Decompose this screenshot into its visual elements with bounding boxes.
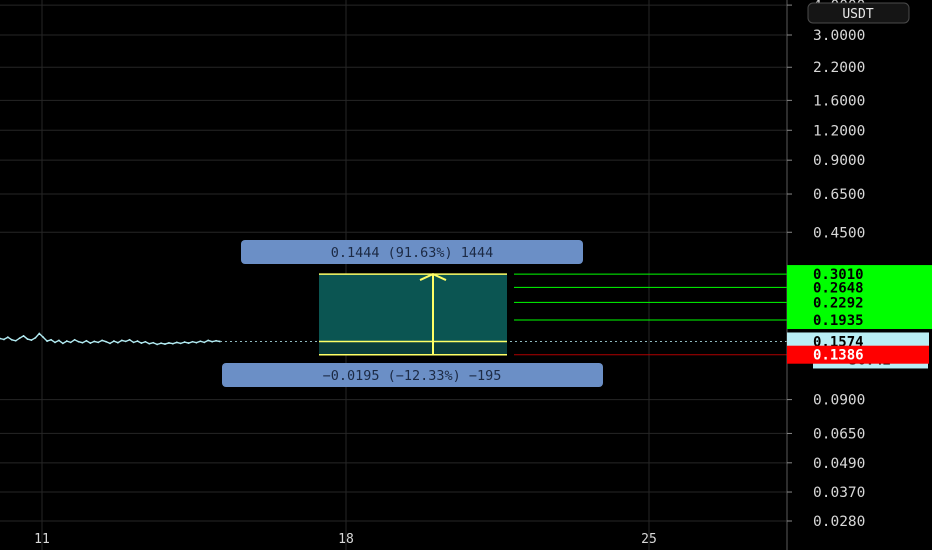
price-point [152,341,155,344]
price-point [69,341,72,344]
price-point [22,335,25,337]
price-point [195,341,198,344]
target-tag-label: 0.2648 [813,280,864,296]
price-point [156,343,159,346]
long-position-tool[interactable]: 0.1444 (91.63%) 1444 −0.0195 (−12.33%) −1… [222,240,787,387]
price-point [85,339,88,342]
price-point [97,341,100,344]
axis-tick-label: 0.0280 [813,514,865,530]
price-point [120,339,123,342]
price-point [61,342,64,345]
axis-tick-label: 0.0490 [813,456,865,472]
profit-label: 0.1444 (91.63%) 1444 [331,245,494,261]
axis-tick-label: 0.0900 [813,393,865,409]
axis-tick-label: 3.0000 [813,28,865,44]
axis-tick-label: 0.6500 [813,187,865,203]
price-point [58,339,60,342]
currency-label: USDT [842,7,873,22]
price-point [183,341,186,343]
price-point [148,342,151,345]
price-point [191,340,194,343]
price-point [113,340,115,342]
price-point [73,338,76,341]
price-point [171,342,174,345]
price-point [109,342,111,345]
price-point [179,342,182,345]
price-point [140,342,143,344]
price-point [50,338,52,341]
price-point [160,342,162,345]
price-point [105,340,107,343]
date-tick-label: 11 [34,532,50,547]
price-point [168,342,170,344]
price-point [30,339,33,341]
profit-zone[interactable] [319,274,507,342]
price-point [124,340,127,343]
price-point [14,339,17,342]
loss-zone[interactable] [319,341,507,355]
price-point [42,336,45,339]
price-point [101,339,104,342]
target-tag-label: 0.1935 [813,313,864,329]
axis-tick-label: 0.9000 [813,153,865,169]
price-point [211,340,214,343]
price-point [215,339,217,342]
price-point [54,341,56,344]
price-point [65,340,68,342]
loss-label: −0.0195 (−12.33%) −195 [323,368,502,384]
price-point [132,341,135,344]
axis-tick-label: 1.2000 [813,123,865,139]
price-point [93,340,96,343]
date-tick-label: 25 [641,532,657,547]
axis-tick-label: 2.2000 [813,60,865,76]
price-point [116,341,119,344]
target-tag-label: 0.2292 [813,295,864,311]
date-axis: 11 18 25 [34,532,657,547]
price-point [3,338,5,341]
price-axis: 4.00003.00002.20001.60001.20000.90000.65… [786,0,932,550]
price-point [46,340,49,342]
price-point [18,337,21,340]
price-point [10,338,13,341]
axis-tick-label: 0.0370 [813,485,865,501]
stop-price-label: 0.1386 [813,348,864,364]
price-point [26,338,29,341]
price-point [203,341,206,344]
price-point [187,342,190,344]
price-point [199,340,202,343]
price-point [175,341,178,344]
price-point [77,340,80,343]
price-chart[interactable]: 0.1444 (91.63%) 1444 −0.0195 (−12.33%) −1… [0,0,932,550]
price-point [136,340,139,342]
axis-tick-label: 1.6000 [813,93,865,109]
price-point [81,341,84,344]
price-point [164,343,166,345]
price-point [6,336,9,339]
price-point [144,340,147,343]
axis-tick-label: 0.0650 [813,426,865,442]
price-point [89,342,92,344]
price-point [207,339,210,342]
price-point [34,336,37,339]
axis-tick-label: 0.4500 [813,225,865,241]
date-tick-label: 18 [338,532,354,547]
price-point [38,332,41,335]
price-point [128,338,131,341]
